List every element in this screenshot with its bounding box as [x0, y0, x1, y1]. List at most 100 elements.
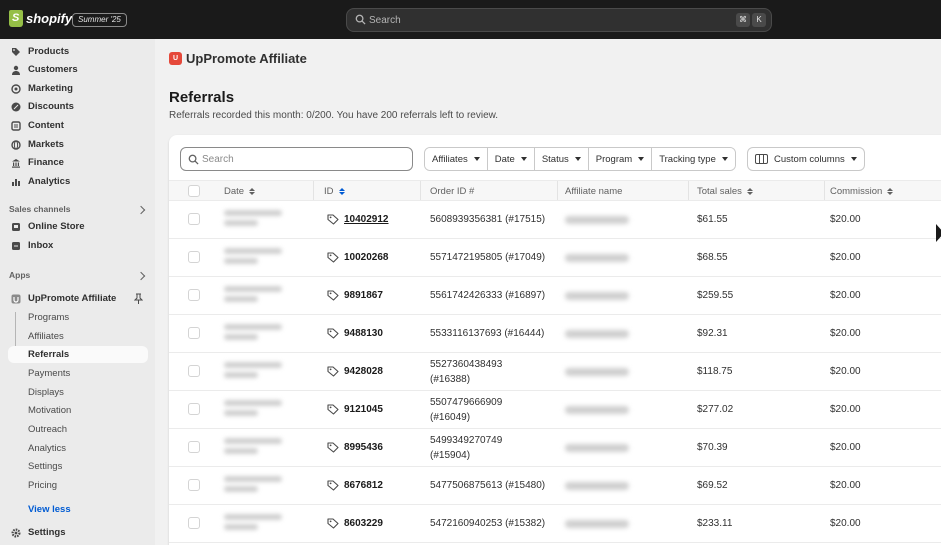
sidebar-subitem-affiliates[interactable]: Affiliates	[0, 328, 155, 345]
sidebar-subitem-settings[interactable]: Settings	[0, 458, 155, 475]
column-header-date[interactable]: Date	[224, 186, 256, 197]
referral-id[interactable]: 10020268	[344, 252, 389, 263]
table-row[interactable]: 8676812 5477506875613 (#15480) $69.52 $20.0…	[169, 467, 941, 505]
row-checkbox[interactable]	[188, 403, 200, 415]
sidebar-subitem-pricing[interactable]: Pricing	[0, 477, 155, 494]
row-checkbox[interactable]	[188, 479, 200, 491]
table-row[interactable]: 8603229 5472160940253 (#15382) $233.11 $20.…	[169, 505, 941, 543]
shortcut-key-k: K	[752, 13, 766, 27]
table-row[interactable]: 8995436 5499349270749 (#15904) $70.39 $20.0…	[169, 429, 941, 467]
sidebar-subitem-label: Programs	[28, 312, 70, 323]
table-row[interactable]: 10020268 5571472195805 (#17049) $68.55 $20.…	[169, 239, 941, 277]
blurred-affiliate-name	[565, 254, 629, 262]
sidebar-subitem-outreach[interactable]: Outreach	[0, 421, 155, 438]
referral-id[interactable]: 9488130	[344, 328, 383, 339]
sidebar-subitem-programs[interactable]: Programs	[0, 309, 155, 326]
referral-id[interactable]: 9121045	[344, 404, 383, 415]
columns-icon	[755, 154, 768, 164]
filter-program[interactable]: Program	[588, 148, 653, 170]
custom-columns-button[interactable]: Custom columns	[747, 147, 865, 171]
target-icon	[11, 84, 21, 94]
globe-icon	[11, 140, 21, 150]
apps-heading: Apps	[9, 270, 31, 280]
sidebar-item-discounts[interactable]: Discounts	[0, 98, 155, 116]
sidebar-item-settings[interactable]: Settings	[0, 524, 155, 542]
sidebar-item-content[interactable]: Content	[0, 117, 155, 135]
sidebar-subitem-motivation[interactable]: Motivation	[0, 402, 155, 419]
gear-icon	[11, 528, 21, 538]
pin-icon[interactable]	[134, 293, 143, 304]
blurred-date	[224, 210, 282, 230]
column-header-id[interactable]: ID	[324, 186, 345, 197]
sidebar-item-label: Finance	[28, 157, 64, 168]
filter-status[interactable]: Status	[534, 148, 589, 170]
tag-icon	[327, 442, 339, 453]
content-icon	[11, 121, 21, 131]
sidebar-subitem-referrals[interactable]: Referrals	[8, 346, 148, 363]
row-checkbox[interactable]	[188, 441, 200, 453]
table-row[interactable]: 9121045 5507479666909 (#16049) $277.02 $20.…	[169, 391, 941, 429]
row-checkbox[interactable]	[188, 517, 200, 529]
inbox-icon	[12, 242, 20, 250]
global-search-bar[interactable]: Search ⌘ K	[346, 8, 772, 32]
filter-tracking-type[interactable]: Tracking type	[652, 148, 735, 170]
referral-id[interactable]: 10402912	[344, 214, 389, 225]
column-header-total-sales[interactable]: Total sales	[697, 186, 753, 197]
column-divider	[557, 181, 558, 200]
sidebar-subitem-analytics[interactable]: Analytics	[0, 440, 155, 457]
referral-id[interactable]: 9428028	[344, 366, 383, 377]
table-row[interactable]: 10402912 5608939356381 (#17515) $61.55 $20.…	[169, 201, 941, 239]
row-checkbox[interactable]	[188, 289, 200, 301]
select-all-checkbox[interactable]	[188, 185, 200, 197]
row-checkbox[interactable]	[188, 327, 200, 339]
chevron-right-icon[interactable]	[136, 271, 146, 281]
referrals-table-card: Search Affiliates Date Status Program Tr…	[169, 135, 941, 545]
sidebar-item-uppromote-affiliate[interactable]: UpPromote Affiliate	[0, 290, 155, 308]
table-row[interactable]: 9891867 5561742426333 (#16897) $259.55 $20.…	[169, 277, 941, 315]
order-id: 5608939356381 (#17515)	[430, 214, 546, 225]
order-id: 5527360438493 (#16388)	[430, 359, 503, 385]
referral-id[interactable]: 8676812	[344, 480, 383, 491]
blurred-affiliate-name	[565, 444, 629, 452]
blurred-date	[224, 476, 282, 496]
bank-icon	[12, 159, 20, 168]
person-icon	[12, 65, 20, 75]
sidebar-item-markets[interactable]: Markets	[0, 136, 155, 154]
main-content: U UpPromote Affiliate Referrals Referral…	[155, 39, 941, 545]
scroll-right-arrow-icon[interactable]	[936, 224, 941, 242]
sidebar-item-label: Settings	[28, 527, 66, 538]
sidebar-subitem-payments[interactable]: Payments	[0, 365, 155, 382]
filter-affiliates[interactable]: Affiliates	[425, 148, 488, 170]
sidebar-item-inbox[interactable]: Inbox	[0, 237, 155, 255]
row-checkbox[interactable]	[188, 251, 200, 263]
sidebar-item-products[interactable]: Products	[0, 43, 155, 61]
referral-id[interactable]: 8995436	[344, 442, 383, 453]
commission: $20.00	[830, 518, 861, 529]
order-id: 5571472195805 (#17049)	[430, 252, 546, 263]
blurred-date	[224, 324, 282, 344]
edition-badge[interactable]: Summer '25	[72, 13, 127, 27]
sidebar-item-customers[interactable]: Customers	[0, 61, 155, 79]
table-row[interactable]: 9428028 5527360438493 (#16388) $118.75 $20.…	[169, 353, 941, 391]
row-checkbox[interactable]	[188, 213, 200, 225]
sidebar-item-online-store[interactable]: Online Store	[0, 218, 155, 236]
sidebar-item-finance[interactable]: Finance	[0, 154, 155, 172]
filter-date[interactable]: Date	[487, 148, 535, 170]
table-row[interactable]: 9488130 5533116137693 (#16444) $92.31 $20.0…	[169, 315, 941, 353]
column-header-commission[interactable]: Commission	[830, 186, 894, 197]
row-checkbox[interactable]	[188, 365, 200, 377]
referrals-search-input[interactable]: Search	[180, 147, 413, 171]
blurred-date	[224, 286, 282, 306]
chevron-right-icon[interactable]	[136, 205, 146, 215]
referral-id[interactable]: 8603229	[344, 518, 383, 529]
tag-icon	[327, 366, 339, 377]
total-sales: $70.39	[697, 442, 728, 453]
sidebar-subitem-label: Analytics	[28, 443, 67, 454]
sidebar-subitem-displays[interactable]: Displays	[0, 384, 155, 401]
referral-id[interactable]: 9891867	[344, 290, 383, 301]
view-less-link[interactable]: View less	[28, 504, 71, 515]
sidebar-item-analytics[interactable]: Analytics	[0, 173, 155, 191]
sidebar-item-label: Inbox	[28, 240, 54, 251]
shopify-logo[interactable]: shopify	[9, 10, 72, 27]
sidebar-item-marketing[interactable]: Marketing	[0, 80, 155, 98]
